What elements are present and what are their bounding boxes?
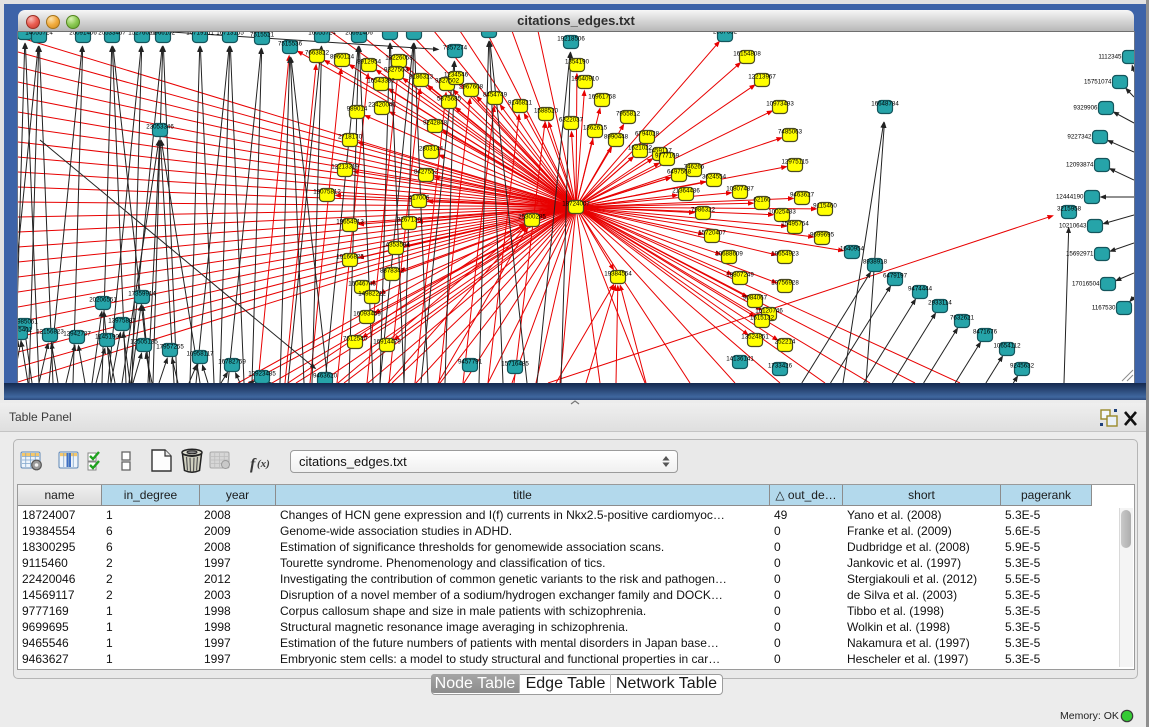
- svg-text:(x): (x): [257, 458, 270, 470]
- svg-text:f: f: [250, 456, 257, 473]
